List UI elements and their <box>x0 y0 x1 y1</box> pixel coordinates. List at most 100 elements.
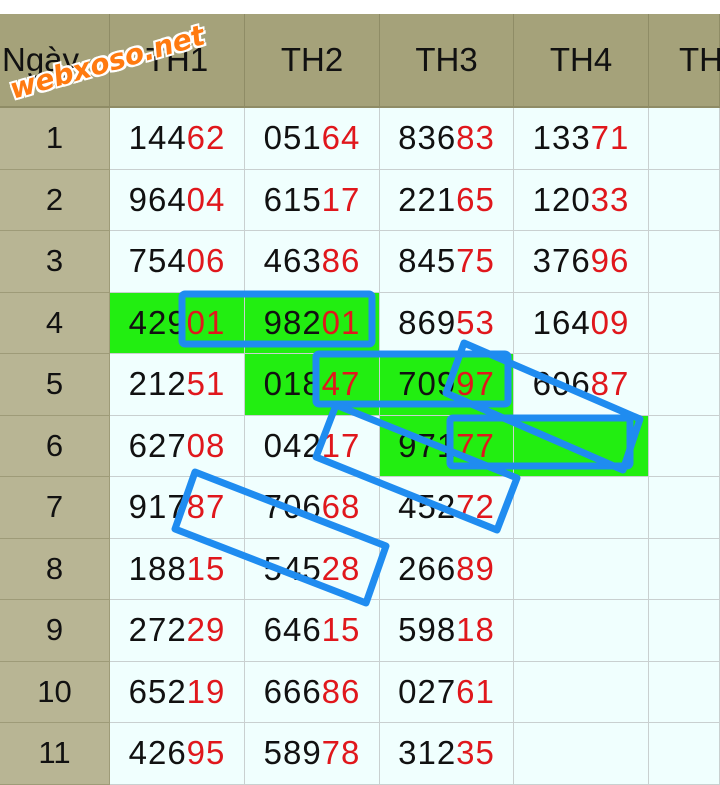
result-tail-digits: 97 <box>456 365 495 403</box>
result-head-digits: 376 <box>532 242 591 280</box>
result-head-digits: 120 <box>532 180 591 218</box>
result-cell <box>649 538 720 600</box>
result-cell: 627 08 <box>110 415 245 477</box>
result-tail-digits: 86 <box>321 242 361 280</box>
result-tail-digits: 78 <box>321 734 361 772</box>
result-tail-digits: 64 <box>321 119 361 157</box>
result-head-digits: 666 <box>263 672 322 710</box>
result-cell <box>649 354 720 416</box>
result-head-digits: 917 <box>128 488 187 526</box>
result-head-digits: 426 <box>128 734 187 772</box>
result-cell <box>514 600 649 662</box>
result-cell: 051 64 <box>245 108 380 170</box>
result-cell: 606 87 <box>514 354 649 416</box>
result-tail-digits: 18 <box>456 611 495 649</box>
result-cell: 971 77 <box>380 415 514 477</box>
result-cell <box>514 661 649 723</box>
result-tail-digits: 96 <box>590 242 630 280</box>
result-head-digits: 221 <box>398 180 457 218</box>
result-cell: 589 78 <box>245 723 380 785</box>
result-tail-digits: 15 <box>186 549 226 587</box>
result-tail-digits: 68 <box>321 488 361 526</box>
result-tail-digits: 75 <box>456 242 495 280</box>
result-cell: 706 68 <box>245 477 380 539</box>
result-cell: 144 62 <box>110 108 245 170</box>
result-cell <box>649 600 720 662</box>
result-cell: 652 19 <box>110 661 245 723</box>
result-cell <box>514 415 649 477</box>
result-tail-digits: 28 <box>321 549 361 587</box>
result-head-digits: 018 <box>263 365 322 403</box>
result-tail-digits: 08 <box>186 426 226 464</box>
result-tail-digits: 17 <box>321 180 361 218</box>
result-head-digits: 042 <box>263 426 322 464</box>
result-cell <box>649 169 720 231</box>
result-head-digits: 754 <box>128 242 187 280</box>
result-cell <box>649 231 720 293</box>
result-tail-digits: 95 <box>186 734 226 772</box>
day-cell: 11 <box>0 723 110 785</box>
day-cell: 9 <box>0 600 110 662</box>
result-head-digits: 452 <box>398 488 457 526</box>
result-cell: 452 72 <box>380 477 514 539</box>
day-cell: 10 <box>0 661 110 723</box>
result-tail-digits: 47 <box>321 365 361 403</box>
result-tail-digits: 87 <box>186 488 226 526</box>
result-cell <box>649 661 720 723</box>
day-cell: 5 <box>0 354 110 416</box>
result-cell <box>649 292 720 354</box>
result-tail-digits: 19 <box>186 672 226 710</box>
result-head-digits: 964 <box>128 180 187 218</box>
day-cell: 4 <box>0 292 110 354</box>
result-tail-digits: 29 <box>186 611 226 649</box>
result-head-digits: 709 <box>398 365 457 403</box>
result-head-digits: 266 <box>398 549 457 587</box>
result-tail-digits: 87 <box>590 365 630 403</box>
result-head-digits: 627 <box>128 426 187 464</box>
day-cell: 6 <box>0 415 110 477</box>
result-cell <box>649 108 720 170</box>
result-cell: 027 61 <box>380 661 514 723</box>
header-th4: TH4 <box>514 14 649 108</box>
result-cell: 615 17 <box>245 169 380 231</box>
result-cell: 212 51 <box>110 354 245 416</box>
result-tail-digits: 33 <box>590 180 630 218</box>
result-cell: 426 95 <box>110 723 245 785</box>
header-th3: TH3 <box>380 14 514 108</box>
result-cell: 312 35 <box>380 723 514 785</box>
result-tail-digits: 77 <box>456 426 495 464</box>
result-cell: 964 04 <box>110 169 245 231</box>
result-head-digits: 706 <box>263 488 322 526</box>
result-cell: 272 29 <box>110 600 245 662</box>
result-head-digits: 971 <box>398 426 457 464</box>
result-tail-digits: 04 <box>186 180 226 218</box>
result-head-digits: 312 <box>398 734 457 772</box>
result-cell: 646 15 <box>245 600 380 662</box>
result-cell: 869 53 <box>380 292 514 354</box>
result-head-digits: 133 <box>532 119 591 157</box>
result-cell: 120 33 <box>514 169 649 231</box>
result-cell <box>514 538 649 600</box>
result-tail-digits: 09 <box>590 303 630 341</box>
result-tail-digits: 17 <box>321 426 361 464</box>
result-cell: 754 06 <box>110 231 245 293</box>
result-head-digits: 463 <box>263 242 322 280</box>
result-cell: 917 87 <box>110 477 245 539</box>
result-tail-digits: 71 <box>590 119 630 157</box>
result-head-digits: 615 <box>263 180 322 218</box>
result-cell <box>649 415 720 477</box>
result-tail-digits: 83 <box>456 119 495 157</box>
result-head-digits: 589 <box>263 734 322 772</box>
result-cell: 376 96 <box>514 231 649 293</box>
result-cell: 266 89 <box>380 538 514 600</box>
header-th: TH <box>649 14 720 108</box>
day-cell: 7 <box>0 477 110 539</box>
result-tail-digits: 86 <box>321 672 361 710</box>
result-tail-digits: 89 <box>456 549 495 587</box>
result-cell <box>514 477 649 539</box>
result-cell: 598 18 <box>380 600 514 662</box>
result-tail-digits: 15 <box>321 611 361 649</box>
result-cell <box>514 723 649 785</box>
result-cell: 845 75 <box>380 231 514 293</box>
result-head-digits: 144 <box>128 119 187 157</box>
